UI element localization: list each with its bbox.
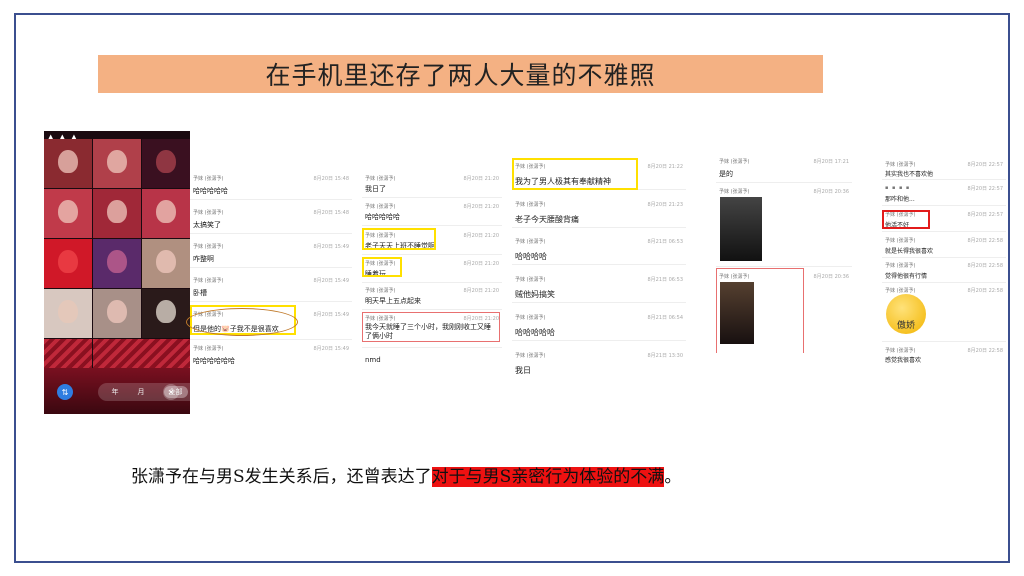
highlight-box-red	[716, 268, 804, 353]
chat-message: 予妹 (张潇予) 8月20日 15:48 哈哈哈哈哈	[190, 172, 352, 200]
chat-message: 予妹 (张潇予) 8月20日 15:48 太搞笑了	[190, 206, 352, 234]
photo-gallery-screenshot: ▲ ▲ ▲ ⇅ 年 月 全部 ✕	[44, 131, 190, 414]
chat-message: 予妹 (张潇予) 8月20日 21:20 哈哈哈哈哈	[362, 200, 502, 226]
tab-year[interactable]: 年	[112, 387, 119, 397]
highlight-box-yellow	[512, 158, 638, 190]
chat-message: 予妹 (张潇予) 8月21日 06:54 哈哈哈哈哈	[512, 311, 686, 341]
chat-message: 予妹 (张潇予) 8月20日 22:58 感觉我很喜欢	[885, 348, 1003, 364]
gallery-photo[interactable]	[93, 289, 141, 338]
chat-message: 予妹 (张潇予) 8月21日 06:53 哈哈哈哈	[512, 235, 686, 265]
gallery-photo[interactable]	[44, 239, 92, 288]
highlight-box-yellow	[362, 257, 402, 277]
chat-message: 予妹 (张潇予) 8月20日 21:23 老子今天腰酸背痛	[512, 198, 686, 228]
tab-month[interactable]: 月	[138, 387, 145, 397]
slide-caption: 张潇予在与男S发生关系后，还曾表达了对于与男S亲密行为体验的不满。	[131, 462, 681, 487]
chat-message: 予妹 (张潇予) 8月20日 15:49 卧槽	[190, 274, 352, 302]
chat-message: 予妹 (张潇予) 8月20日 21:20 我日了	[362, 172, 502, 198]
censored-photo[interactable]	[93, 339, 190, 369]
gallery-photo[interactable]	[44, 289, 92, 338]
slide-title: 在手机里还存了两人大量的不雅照	[265, 61, 656, 90]
gallery-photo[interactable]	[93, 139, 141, 188]
gallery-photo[interactable]	[142, 139, 190, 188]
close-icon[interactable]: ✕	[163, 384, 179, 400]
chat-message: 予妹 (张潇予) 8月21日 06:53 贼他妈搞笑	[512, 273, 686, 303]
chat-screenshot-3: 予妹 (张潇予) 8月20日 21:22 我为了男人极其有奉献精神 予妹 (张潇…	[512, 158, 686, 386]
gallery-photo[interactable]	[44, 189, 92, 238]
gallery-photo[interactable]	[142, 239, 190, 288]
chat-message: 予妹 (张潇予) 8月21日 13:30 我日	[515, 353, 683, 375]
chat-message: 予妹 (张潇予) 8月20日 20:36	[716, 185, 852, 267]
chat-screenshot-5: 予妹 (张潇予) 8月20日 22:57 其实我也不喜欢他 ▪ ▪ ▪ ▪ 8月…	[882, 158, 1006, 368]
highlight-box-red	[362, 312, 500, 342]
gallery-photo[interactable]	[142, 289, 190, 338]
slide-title-banner: 在手机里还存了两人大量的不雅照	[98, 55, 823, 93]
sort-icon[interactable]: ⇅	[57, 384, 73, 400]
chat-message: 予妹 (张潇予) 8月20日 15:49 咋整啊	[190, 240, 352, 268]
chat-message: 予妹 (张潇予) 8月20日 22:57 其实我也不喜欢他	[882, 158, 1006, 180]
gallery-photo[interactable]	[44, 139, 92, 188]
gallery-photo[interactable]	[142, 189, 190, 238]
chat-image[interactable]	[720, 197, 762, 261]
chat-message: ▪ ▪ ▪ ▪ 8月20日 22:57 那咋和他...	[882, 182, 1006, 206]
gallery-photo[interactable]	[93, 189, 141, 238]
chat-message: 予妹 (张潇予) 8月20日 22:58 就是长得我很喜欢	[882, 234, 1006, 258]
censored-photo[interactable]	[44, 339, 92, 369]
highlight-box-yellow	[362, 228, 436, 250]
chat-message: 予妹 (张潇予) 8月20日 22:58 傲娇	[882, 284, 1006, 342]
highlight-ellipse	[186, 308, 298, 336]
chat-message: 予妹 (张潇予) 8月20日 15:49 哈哈哈哈哈哈	[193, 346, 349, 365]
chat-message: 予妹 (张潇予) 8月20日 22:58 觉得他很有行情	[882, 259, 1006, 283]
chat-message: 予妹 (张潇予) 8月20日 21:20 明天早上五点起来	[362, 284, 502, 310]
gallery-photo[interactable]	[93, 239, 141, 288]
smug-emoji-icon: 傲娇	[886, 294, 926, 334]
chat-message: nmd	[365, 356, 381, 364]
caption-highlight: 对于与男S亲密行为体验的不满	[431, 467, 665, 487]
chat-message: 予妹 (张潇予) 8月20日 17:21 是的	[716, 155, 852, 183]
chat-screenshot-1: 予妹 (张潇予) 8月20日 15:48 哈哈哈哈哈 予妹 (张潇予) 8月20…	[190, 172, 352, 372]
caption-suffix: 。	[664, 467, 682, 487]
caption-prefix: 张潇予在与男S发生关系后，还曾表达了	[131, 467, 432, 487]
highlight-box-red	[882, 210, 930, 229]
